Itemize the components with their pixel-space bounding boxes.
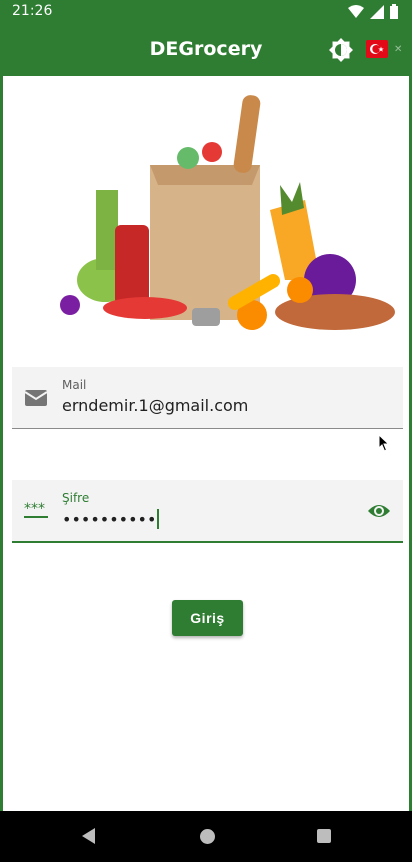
battery-icon [390, 4, 398, 19]
mouse-cursor-icon [378, 434, 390, 452]
turkey-flag-icon[interactable] [366, 40, 388, 58]
password-masked-value: •••••••••• [62, 510, 157, 529]
password-dots-icon: *** [24, 501, 48, 518]
back-icon[interactable] [82, 828, 96, 844]
grocery-bag-image [60, 95, 395, 330]
recents-icon[interactable] [317, 829, 331, 843]
text-caret [157, 509, 160, 529]
svg-text:***: *** [24, 501, 45, 517]
mail-input[interactable]: erndemir.1@gmail.com [62, 396, 248, 415]
status-time: 21:26 [12, 3, 53, 19]
mail-field[interactable]: Mail erndemir.1@gmail.com [12, 367, 403, 429]
mail-icon [24, 390, 48, 406]
visibility-icon[interactable] [367, 502, 391, 520]
password-label: Şifre [62, 491, 90, 505]
mail-label: Mail [62, 378, 87, 392]
signal-icon [370, 4, 384, 19]
language-more-icon[interactable]: ✕ [394, 44, 404, 55]
login-button[interactable]: Giriş [172, 600, 243, 636]
password-input[interactable]: •••••••••• [62, 509, 160, 529]
status-icons [348, 4, 398, 19]
wifi-icon [348, 5, 364, 18]
status-bar: 21:26 [0, 0, 412, 24]
brightness-icon[interactable] [328, 37, 354, 63]
device-frame: 21:26 DEGrocery ✕ Mail erndemir.1@gmail.… [0, 0, 412, 862]
password-field[interactable]: *** Şifre •••••••••• [12, 480, 403, 543]
app-bar: DEGrocery ✕ [0, 24, 412, 76]
frame-edge-left [0, 0, 3, 862]
home-icon[interactable] [200, 829, 215, 844]
navigation-bar [0, 811, 412, 862]
